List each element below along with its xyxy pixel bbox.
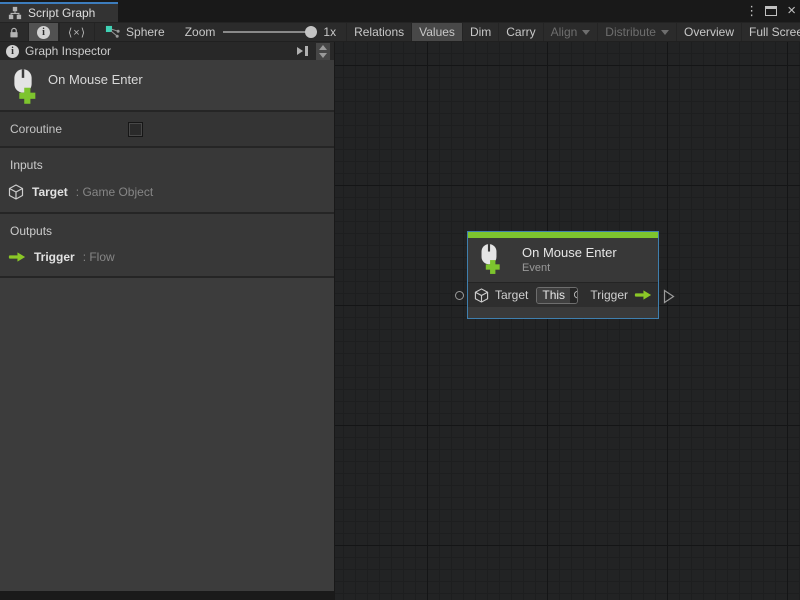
target-object-value: This <box>537 288 570 303</box>
dim-button[interactable]: Dim <box>463 23 499 41</box>
scroll-down-icon <box>319 53 327 58</box>
inspector-toggle-button[interactable]: i <box>29 23 59 41</box>
input-name: Target <box>32 185 68 199</box>
carry-button[interactable]: Carry <box>499 23 543 41</box>
target-port-label: Target <box>495 288 528 302</box>
input-type: : Game Object <box>76 185 153 199</box>
values-label: Values <box>419 25 455 39</box>
lock-button[interactable] <box>0 23 29 41</box>
node-output-port[interactable] <box>663 289 675 307</box>
cube-icon <box>474 288 489 303</box>
align-label: Align <box>551 25 578 39</box>
zoom-slider-thumb[interactable] <box>305 26 317 38</box>
on-mouse-enter-node[interactable]: On Mouse Enter Event Target This ⊙ Trigg… <box>467 231 659 319</box>
output-type: : Flow <box>83 250 115 264</box>
output-name: Trigger <box>34 250 75 264</box>
carry-label: Carry <box>506 25 535 39</box>
tab-script-graph[interactable]: Script Graph <box>0 2 118 22</box>
info-icon: i <box>6 45 19 58</box>
node-header[interactable]: On Mouse Enter Event <box>468 238 658 282</box>
dim-label: Dim <box>470 25 491 39</box>
trigger-port-label: Trigger <box>590 288 628 302</box>
lock-icon <box>8 26 20 39</box>
outputs-header: Outputs <box>0 222 334 248</box>
node-ports-row: Target This ⊙ Trigger <box>468 283 658 307</box>
scroll-arrows[interactable] <box>316 43 330 60</box>
window-close-icon[interactable]: × <box>787 6 796 16</box>
unit-title: On Mouse Enter <box>48 72 143 87</box>
scroll-up-icon <box>319 45 327 50</box>
tab-label: Script Graph <box>28 6 95 20</box>
coroutine-label: Coroutine <box>10 122 128 136</box>
node-title: On Mouse Enter <box>522 245 617 260</box>
window-titlebar: Script Graph ⋮ × <box>0 0 800 22</box>
code-icon: ⟨×⟩ <box>68 26 86 39</box>
on-mouse-enter-icon <box>476 243 502 275</box>
graph-hierarchy-icon <box>8 6 22 20</box>
input-row-target: Target : Game Object <box>0 182 334 202</box>
chevron-down-icon <box>661 30 669 35</box>
flow-arrow-icon <box>8 251 26 263</box>
target-object-field[interactable]: This ⊙ <box>536 287 578 304</box>
distribute-button[interactable]: Distribute <box>598 23 677 41</box>
fullscreen-label: Full Screen <box>749 25 800 39</box>
outputs-section: Outputs Trigger : Flow <box>0 214 334 276</box>
zoom-value: 1x <box>323 25 336 39</box>
object-picker-icon[interactable]: ⊙ <box>570 288 578 303</box>
cube-icon <box>8 184 24 200</box>
graph-inspector-header: i Graph Inspector <box>0 42 334 60</box>
inputs-header: Inputs <box>0 156 334 182</box>
zoom-label: Zoom <box>185 25 216 39</box>
window-maximize-icon[interactable] <box>765 6 777 16</box>
graph-object-label: Sphere <box>126 25 165 39</box>
relations-label: Relations <box>354 25 404 39</box>
zoom-slider[interactable] <box>223 31 315 33</box>
node-input-port[interactable] <box>455 291 464 300</box>
fullscreen-button[interactable]: Full Screen <box>742 23 800 41</box>
zoom-control: Zoom 1x <box>175 23 346 41</box>
api-code-button[interactable]: ⟨×⟩ <box>60 23 95 41</box>
graph-inspector-panel: i Graph Inspector <box>0 42 335 600</box>
panel-bottom-edge <box>0 591 334 600</box>
window-menu-icon[interactable]: ⋮ <box>745 3 755 19</box>
node-subtitle: Event <box>522 262 617 274</box>
unit-header: On Mouse Enter <box>0 60 334 110</box>
graph-canvas[interactable]: On Mouse Enter Event Target This ⊙ Trigg… <box>335 42 800 600</box>
panel-empty-area <box>0 278 334 591</box>
info-icon: i <box>37 26 50 39</box>
graph-toolbar: i ⟨×⟩ Sphere Zoom 1x Relations Values Di… <box>0 22 800 42</box>
inputs-section: Inputs Target : Game Object <box>0 148 334 212</box>
align-button[interactable]: Align <box>544 23 599 41</box>
overview-button[interactable]: Overview <box>677 23 742 41</box>
graph-node-icon <box>105 25 120 40</box>
panel-title: Graph Inspector <box>25 44 290 58</box>
distribute-label: Distribute <box>605 25 656 39</box>
coroutine-row: Coroutine <box>0 112 334 146</box>
on-mouse-enter-icon <box>8 68 38 105</box>
values-button[interactable]: Values <box>412 23 463 41</box>
dock-panel-button[interactable] <box>296 45 310 57</box>
node-footer <box>468 307 658 318</box>
flow-arrow-icon <box>634 289 652 301</box>
graph-reference[interactable]: Sphere <box>95 23 175 41</box>
relations-button[interactable]: Relations <box>346 23 412 41</box>
overview-label: Overview <box>684 25 734 39</box>
coroutine-checkbox[interactable] <box>128 122 143 137</box>
chevron-down-icon <box>582 30 590 35</box>
output-row-trigger: Trigger : Flow <box>0 248 334 266</box>
